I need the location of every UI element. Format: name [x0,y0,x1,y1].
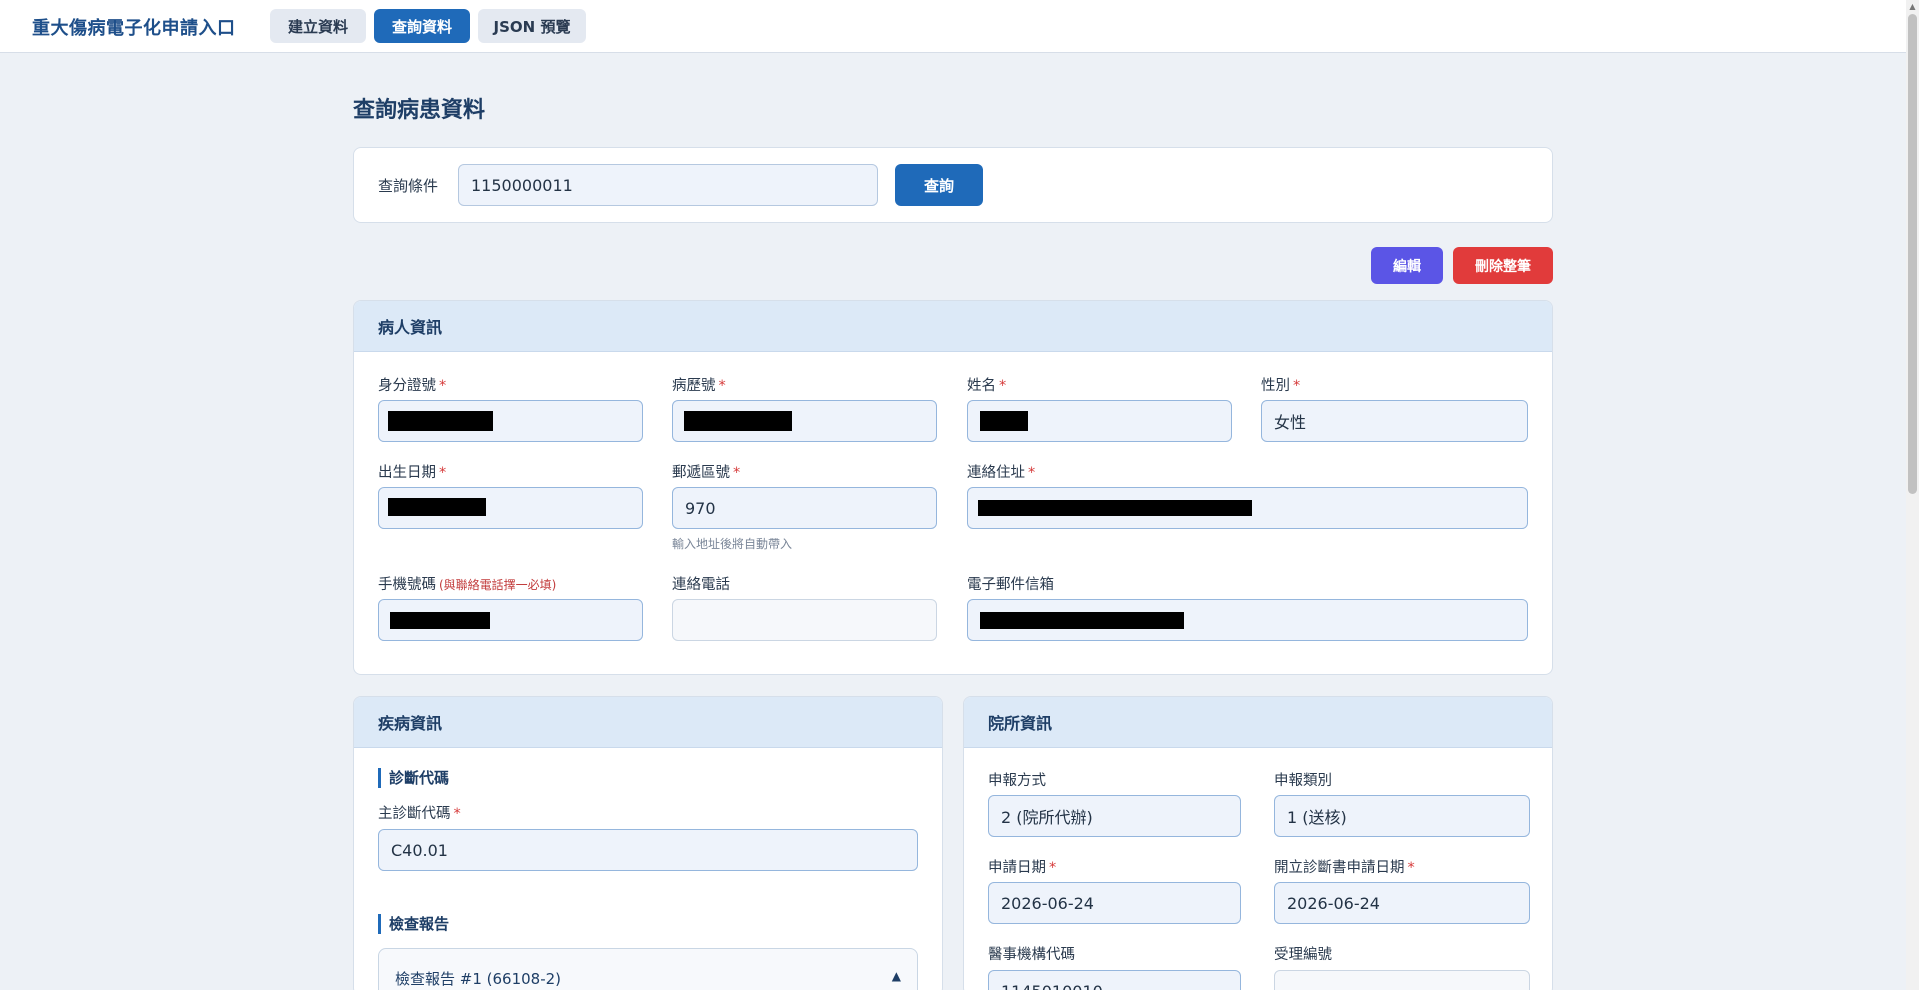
type-value: 1 (送核) [1287,808,1347,827]
zip-value: 970 [685,498,716,518]
name-redaction [980,411,1028,431]
cert-date-label: 開立診斷書申請日期 * [1274,860,1415,876]
main-diag-label: 主診斷代碼 * [378,806,461,822]
method-input[interactable]: 2 (院所代辦) [988,795,1241,837]
scroll-up-icon[interactable]: ▲ [1908,2,1917,11]
main-diag-input[interactable]: C40.01 [378,829,918,871]
report-item-title: 檢查報告 #1 (66108-2) [395,970,562,988]
mobile-redaction [390,612,490,629]
report-accordion[interactable]: 檢查報告 #1 (66108-2) ▲ [378,948,918,990]
sex-label: 性別 * [1261,378,1301,394]
edit-button[interactable]: 編輯 [1371,247,1443,284]
method-value: 2 (院所代辦) [1001,808,1093,827]
chart-no-label: 病歷號 * [672,378,726,394]
app-title: 重大傷病電子化申請入口 [32,18,236,39]
type-label: 申報類別 [1274,773,1332,789]
apply-date-value: 2026-06-24 [1001,893,1094,913]
disease-info-card: 疾病資訊 診斷代碼 主診斷代碼 * C40.01 檢查報告 檢查報告 #1 (66… [353,696,943,990]
search-card: 查詢條件 1150000011 查詢 [353,147,1553,223]
disease-info-header: 疾病資訊 [354,697,942,748]
dob-label: 出生日期 * [378,465,447,481]
apply-date-input[interactable]: 2026-06-24 [988,882,1241,924]
name-label: 姓名 * [967,378,1007,394]
report-section: 檢查報告 [378,914,449,934]
cert-date-value: 2026-06-24 [1287,893,1380,913]
sex-input[interactable]: 女性 [1261,400,1528,442]
method-label: 申報方式 [988,773,1046,789]
address-label: 連絡住址 * [967,465,1036,481]
page-title: 查詢病患資料 [353,98,486,123]
patient-info-header: 病人資訊 [354,301,1552,352]
hospital-info-header: 院所資訊 [964,697,1552,748]
type-input[interactable]: 1 (送核) [1274,795,1530,837]
accept-no-label: 受理編號 [1274,947,1332,963]
phone-input[interactable] [672,599,937,641]
id-redaction [388,411,493,431]
apply-date-label: 申請日期 * [988,860,1057,876]
id-label: 身分證號 * [378,378,447,394]
zip-label: 郵遞區號 * [672,465,741,481]
delete-all-button[interactable]: 刪除整筆 [1453,247,1553,284]
org-code-input[interactable]: 1145010010 [988,970,1241,990]
search-button[interactable]: 查詢 [895,164,983,206]
address-redaction [978,500,1252,516]
main-diag-value: C40.01 [391,840,448,860]
diag-code-section: 診斷代碼 [378,768,449,788]
cert-date-input[interactable]: 2026-06-24 [1274,882,1530,924]
chart-no-redaction [684,411,792,431]
collapse-icon[interactable]: ▲ [892,969,901,983]
org-code-label: 醫事機構代碼 [988,947,1075,963]
org-code-value: 1145010010 [1001,982,1103,990]
sex-value: 女性 [1274,413,1307,432]
tab-json-preview[interactable]: JSON 預覽 [478,9,586,43]
zip-input[interactable]: 970 [672,487,937,529]
mobile-label: 手機號碼 (與聯絡電話擇一必填) [378,577,557,593]
search-input-value: 1150000011 [471,175,573,195]
dob-redaction [388,498,486,516]
tab-create[interactable]: 建立資料 [270,9,366,43]
email-label: 電子郵件信箱 [967,577,1054,593]
accept-no-input[interactable] [1274,970,1530,990]
search-input[interactable]: 1150000011 [458,164,878,206]
zip-hint: 輸入地址後將自動帶入 [672,537,793,551]
tab-query[interactable]: 查詢資料 [374,9,470,43]
top-nav: 重大傷病電子化申請入口 建立資料 查詢資料 JSON 預覽 [0,0,1906,53]
patient-info-card: 病人資訊 身分證號 * 病歷號 * 姓名 * 性別 * 女性 出生日期 * 郵遞區號 * 9… [353,300,1553,675]
phone-label: 連絡電話 [672,577,730,593]
search-label: 查詢條件 [378,177,439,195]
scrollbar-thumb[interactable] [1908,14,1917,494]
hospital-info-card: 院所資訊 申報方式 2 (院所代辦) 申報類別 1 (送核) 申請日期 * 202… [963,696,1553,990]
email-redaction [980,612,1184,629]
